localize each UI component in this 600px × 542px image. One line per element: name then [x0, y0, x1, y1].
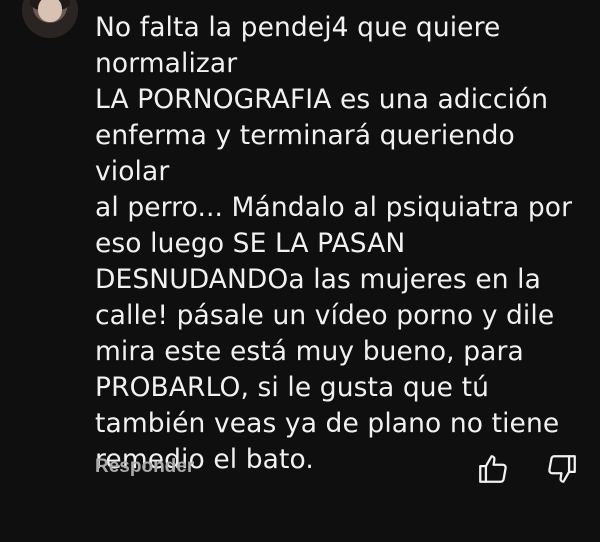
comment-actions: Responder: [0, 450, 600, 490]
comment-thread-item: No falta la pendej4 que quiere normaliza…: [0, 0, 600, 542]
thumb-down-icon: [548, 455, 576, 483]
avatar[interactable]: [22, 0, 78, 38]
avatar-face: [38, 0, 62, 22]
reply-button[interactable]: Responder: [95, 456, 194, 478]
thumb-up-icon: [479, 455, 507, 483]
dislike-button[interactable]: [545, 452, 579, 486]
like-button[interactable]: [476, 452, 510, 486]
comment-text: No falta la pendej4 que quiere normaliza…: [95, 12, 573, 475]
